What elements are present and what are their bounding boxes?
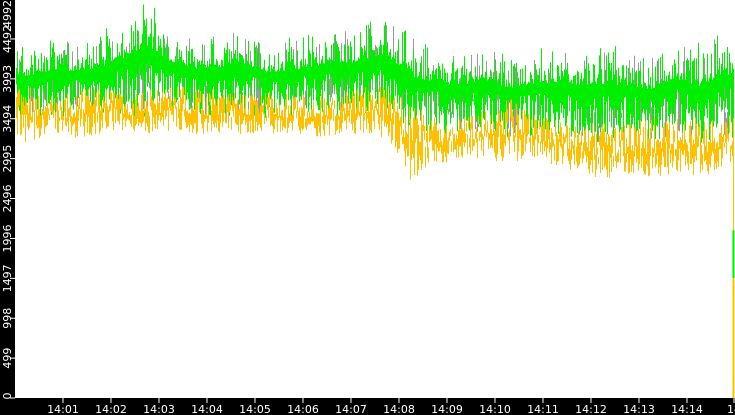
y-tick-label: 1497 — [1, 264, 14, 292]
x-tick-label: 14:08 — [383, 403, 415, 415]
y-tick-label: 998 — [1, 308, 14, 329]
y-tick-label: 0 — [1, 393, 14, 400]
y-tick-label: 3494 — [1, 105, 14, 133]
x-tick-label: 14:04 — [191, 403, 223, 415]
x-tick-label: 14:13 — [623, 403, 655, 415]
x-tick-label: 14:06 — [287, 403, 319, 415]
x-tick-label: 14:07 — [335, 403, 367, 415]
x-tick-label: 14:03 — [143, 403, 175, 415]
x-tick-label: 14:01 — [47, 403, 79, 415]
y-tick-label: 2496 — [1, 185, 14, 213]
y-tick-label: 4992 — [1, 0, 14, 28]
y-tick-label: 499 — [1, 348, 14, 369]
x-tick-label: 14:11 — [527, 403, 559, 415]
y-tick-label: 1996 — [1, 224, 14, 252]
x-tick-label: 14:02 — [95, 403, 127, 415]
y-tick-label: 3993 — [1, 65, 14, 93]
x-tick-label: 14:05 — [239, 403, 271, 415]
y-tick-label: 2995 — [1, 145, 14, 173]
x-tick-label: 14:14 — [671, 403, 703, 415]
x-tick-label: 14:09 — [431, 403, 463, 415]
time-series-chart: 049999814971996249629953494399344924992 … — [0, 0, 735, 415]
y-tick-label: 4492 — [1, 25, 14, 53]
x-tick-label: 14:12 — [575, 403, 607, 415]
x-tick-label: 14 — [727, 403, 735, 415]
x-tick-label: 14:10 — [479, 403, 511, 415]
